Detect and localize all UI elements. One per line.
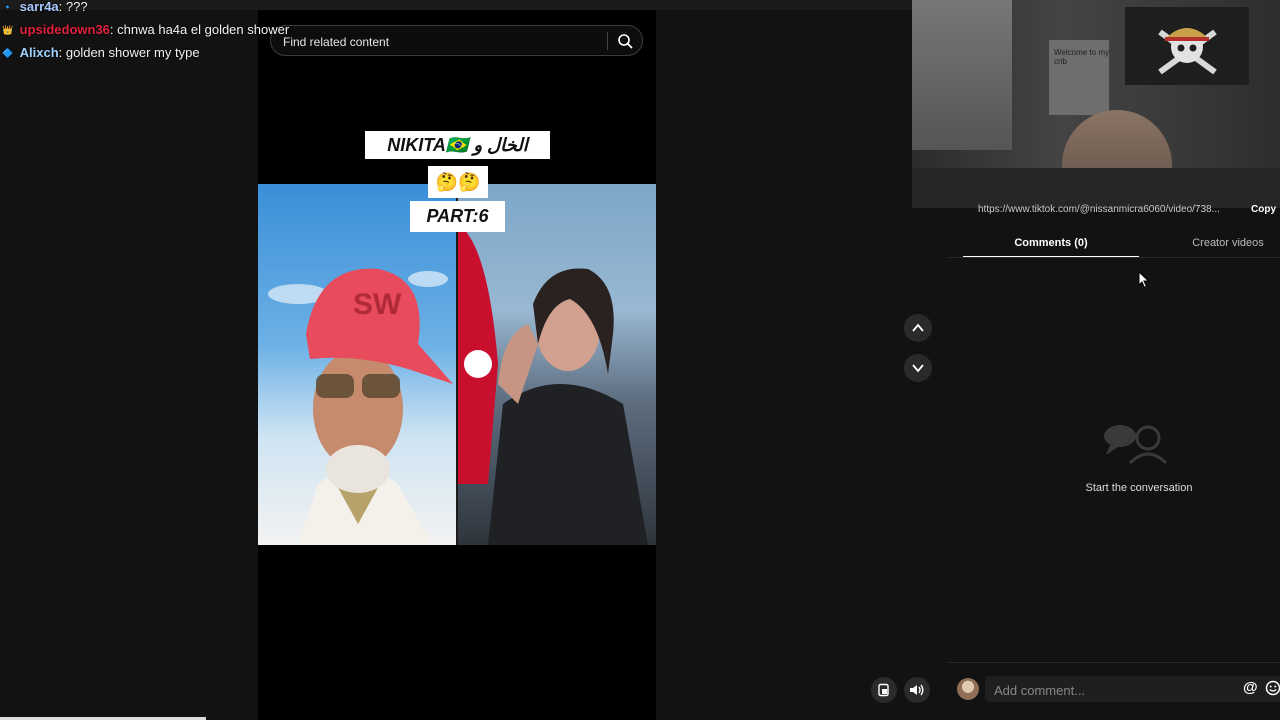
top-bar bbox=[0, 0, 912, 10]
emoji-button[interactable] bbox=[1265, 680, 1280, 701]
jolly-roger-flag bbox=[1125, 7, 1249, 85]
search-input[interactable] bbox=[281, 32, 605, 52]
chat-username: Alixch bbox=[19, 45, 59, 60]
webcam-feed: Welcome to my crib bbox=[912, 0, 1280, 208]
chat-username: upsidedown36 bbox=[19, 22, 110, 37]
empty-state-text: Start the conversation bbox=[1085, 482, 1193, 494]
video-right-panel bbox=[458, 184, 656, 545]
pip-icon bbox=[878, 683, 889, 697]
copy-link-button[interactable]: Copy bbox=[1251, 204, 1276, 215]
share-url: https://www.tiktok.com/@nissanmicra6060/… bbox=[978, 204, 1220, 215]
chat-message: 👑 upsidedown36: chnwa ha4a el golden sho… bbox=[2, 22, 290, 37]
search-bar bbox=[270, 25, 643, 56]
search-icon bbox=[618, 34, 633, 49]
chat-username: sarr4a bbox=[19, 0, 59, 14]
skull-icon bbox=[1158, 28, 1217, 75]
svg-text:SW: SW bbox=[353, 288, 402, 321]
mention-button[interactable]: @ bbox=[1243, 679, 1258, 696]
tab-comments[interactable]: Comments (0) bbox=[963, 230, 1139, 258]
chat-message: 🔹 sarr4a: ??? bbox=[2, 0, 88, 14]
poster-text: Welcome to my crib bbox=[1054, 48, 1109, 66]
chat-badge-icon: 🔷 bbox=[2, 48, 14, 59]
comment-input[interactable] bbox=[992, 680, 1236, 700]
video-left-panel: SW bbox=[258, 184, 456, 545]
tabs-divider bbox=[948, 257, 1280, 258]
panel-tabs: Comments (0) Creator videos bbox=[948, 230, 1280, 258]
crown-badge-icon: 👑 bbox=[2, 25, 14, 36]
search-divider bbox=[607, 32, 608, 50]
video-caption-part: PART:6 bbox=[410, 201, 505, 232]
chat-message: 🔷 Alixch: golden shower my type bbox=[2, 45, 200, 60]
emoji-icon bbox=[1265, 680, 1280, 696]
previous-video-button[interactable] bbox=[904, 314, 932, 342]
woman-figure-image bbox=[458, 224, 648, 545]
webcam-poster: Welcome to my crib bbox=[1049, 40, 1109, 115]
search-button[interactable] bbox=[613, 30, 637, 52]
chevron-down-icon bbox=[912, 364, 924, 373]
volume-button[interactable] bbox=[904, 677, 930, 703]
man-figure-image: SW bbox=[268, 268, 453, 545]
next-video-button[interactable] bbox=[904, 354, 932, 382]
video-caption-emoji: 🤔🤔 bbox=[428, 166, 488, 198]
chat-text: chnwa ha4a el golden shower bbox=[117, 22, 290, 37]
webcam-desk bbox=[912, 168, 1280, 208]
chat-text: golden shower my type bbox=[65, 45, 200, 60]
chevron-up-icon bbox=[912, 323, 924, 332]
video-caption-title: NIKITA🇧🇷 الخال و bbox=[365, 131, 550, 159]
chat-badge-icon: 🔹 bbox=[2, 2, 14, 13]
comment-composer: @ bbox=[985, 676, 1280, 702]
picture-in-picture-button[interactable] bbox=[871, 677, 897, 703]
user-avatar[interactable] bbox=[957, 678, 979, 700]
share-link-row: https://www.tiktok.com/@nissanmicra6060/… bbox=[975, 204, 1280, 216]
tab-creator-videos[interactable]: Creator videos bbox=[1152, 230, 1280, 256]
mouse-cursor-icon bbox=[1138, 270, 1150, 294]
video-frame[interactable]: SW bbox=[258, 184, 656, 545]
chat-bubbles-icon bbox=[1100, 423, 1178, 470]
speaker-icon bbox=[910, 684, 924, 696]
comment-divider bbox=[948, 662, 1280, 663]
webcam-window bbox=[912, 0, 1012, 150]
chat-text: ??? bbox=[65, 0, 88, 14]
